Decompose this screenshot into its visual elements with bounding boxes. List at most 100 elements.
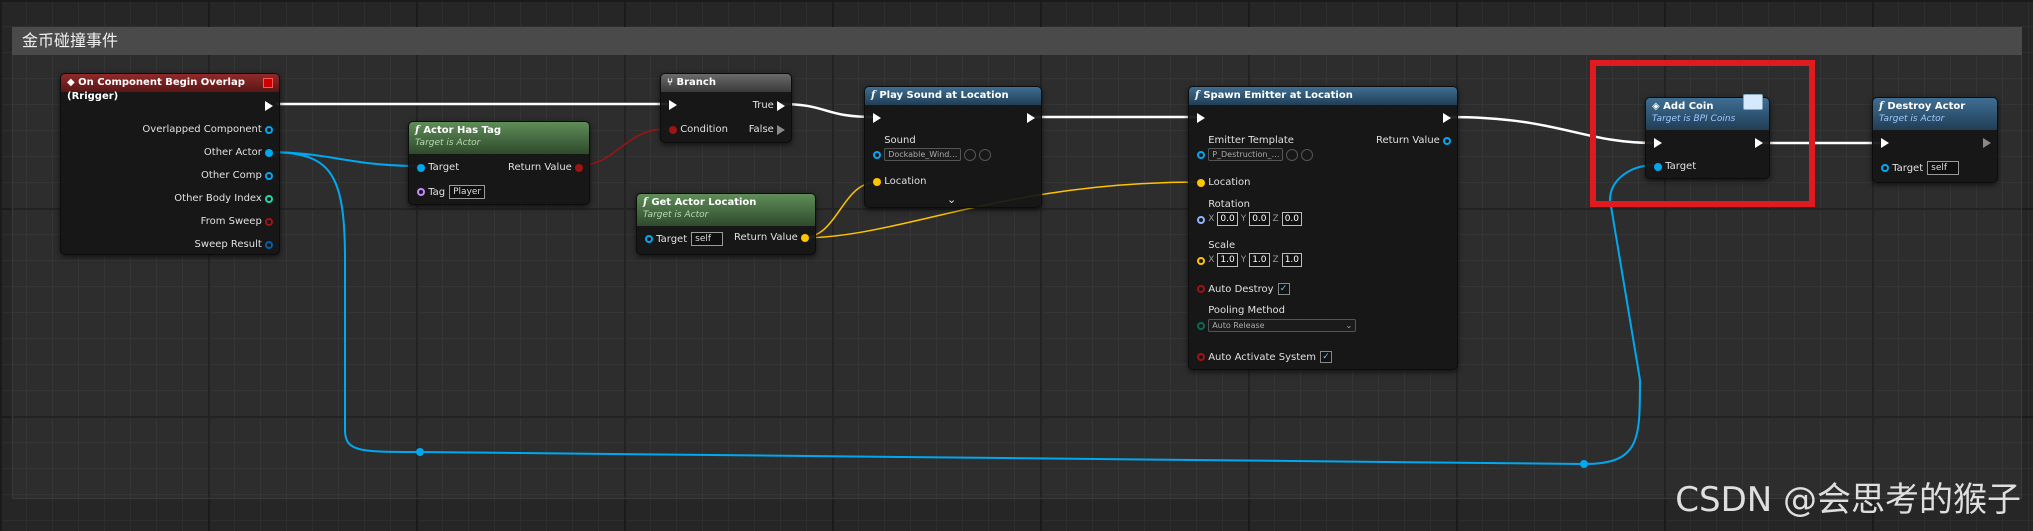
- struct-pin-icon[interactable]: [265, 240, 273, 249]
- exec-out-icon[interactable]: [265, 101, 273, 111]
- pin-other-comp[interactable]: Other Comp: [201, 170, 273, 181]
- spawn-exec-in[interactable]: [1197, 113, 1205, 123]
- event-node-header[interactable]: ◆ On Component Begin Overlap (Rrigger): [61, 74, 279, 102]
- pin-pooling-method[interactable]: Pooling Method Auto Release ⌄: [1197, 305, 1357, 332]
- int-pin-icon[interactable]: [265, 194, 273, 203]
- event-delegate-icon[interactable]: [263, 78, 273, 88]
- pin-rotation[interactable]: Rotation X 0.0 Y 0.0 Z 0.0: [1197, 199, 1305, 226]
- pin-return-value[interactable]: Return Value: [508, 162, 583, 173]
- bool-pin-icon[interactable]: [265, 217, 273, 226]
- scale-z-input[interactable]: 1.0: [1281, 253, 1303, 267]
- object-pin-icon[interactable]: [1197, 151, 1205, 159]
- browse-icon[interactable]: [1301, 148, 1314, 161]
- spawn-exec-out[interactable]: [1443, 113, 1451, 123]
- actor-has-tag-node[interactable]: f Actor Has Tag Target is Actor Target Re…: [408, 121, 590, 205]
- branch-exec-in[interactable]: [669, 100, 677, 110]
- branch-true[interactable]: True: [753, 100, 785, 111]
- event-node[interactable]: ◆ On Component Begin Overlap (Rrigger) O…: [60, 73, 280, 255]
- pin-scale[interactable]: Scale X 1.0 Y 1.0 Z 1.0: [1197, 240, 1305, 267]
- branch-condition[interactable]: Condition: [669, 124, 728, 135]
- vector-pin-icon[interactable]: [873, 177, 881, 186]
- bool-pin-icon[interactable]: [575, 163, 583, 172]
- object-pin-icon[interactable]: [1881, 164, 1889, 172]
- pooling-method-dropdown[interactable]: Auto Release ⌄: [1208, 319, 1357, 332]
- event-exec-out[interactable]: [265, 101, 273, 111]
- pin-target[interactable]: Target self: [645, 232, 724, 246]
- name-pin-icon[interactable]: [417, 188, 425, 196]
- browse-icon[interactable]: [979, 148, 992, 161]
- pin-target[interactable]: Target: [417, 162, 459, 173]
- destroy-exec-out[interactable]: [1983, 138, 1991, 148]
- pin-auto-destroy[interactable]: Auto Destroy ✓: [1197, 283, 1290, 295]
- play-sound-header[interactable]: f Play Sound at Location: [865, 87, 1041, 105]
- pin-target[interactable]: Target self: [1881, 161, 1960, 175]
- pin-return-value[interactable]: Return Value: [734, 232, 809, 243]
- target-input[interactable]: self: [1927, 161, 1960, 175]
- sound-asset-dropdown[interactable]: Dockable_Wind…: [884, 148, 962, 161]
- emitter-asset-dropdown[interactable]: P_Destruction_…: [1208, 148, 1284, 161]
- exec-out-icon[interactable]: [1983, 138, 1991, 148]
- object-pin-icon[interactable]: [873, 151, 881, 159]
- get-actor-location-header[interactable]: f Get Actor Location Target is Actor: [637, 194, 815, 226]
- spawn-emitter-node[interactable]: f Spawn Emitter at Location Emitter Templ…: [1188, 86, 1458, 370]
- pin-auto-activate[interactable]: Auto Activate System ✓: [1197, 351, 1333, 363]
- target-input[interactable]: self: [691, 232, 724, 246]
- scale-y-input[interactable]: 1.0: [1249, 253, 1270, 267]
- exec-out-icon[interactable]: [777, 124, 785, 135]
- destroy-exec-in[interactable]: [1881, 138, 1889, 148]
- exec-out-icon[interactable]: [777, 100, 785, 111]
- rotation-y-input[interactable]: 0.0: [1249, 212, 1270, 226]
- object-pin-icon[interactable]: [417, 163, 425, 172]
- destroy-actor-header[interactable]: f Destroy Actor Target is Actor: [1873, 98, 1997, 130]
- vector-pin-icon[interactable]: [1197, 256, 1205, 265]
- enum-pin-icon[interactable]: [1197, 321, 1205, 330]
- pin-return-value[interactable]: Return Value: [1376, 135, 1451, 146]
- pin-overlapped-component[interactable]: Overlapped Component: [142, 124, 273, 135]
- actor-has-tag-header[interactable]: f Actor Has Tag Target is Actor: [409, 122, 589, 154]
- exec-out-icon[interactable]: [1443, 113, 1451, 123]
- pin-sweep-result[interactable]: Sweep Result: [195, 239, 273, 250]
- pin-location[interactable]: Location: [1197, 177, 1250, 188]
- scale-x-input[interactable]: 1.0: [1217, 253, 1238, 267]
- object-pin-icon[interactable]: [265, 171, 273, 180]
- play-sound-exec-in[interactable]: [873, 113, 881, 123]
- exec-in-icon[interactable]: [669, 100, 677, 110]
- vector-pin-icon[interactable]: [801, 233, 809, 242]
- rotation-x-input[interactable]: 0.0: [1217, 212, 1238, 226]
- spawn-emitter-header[interactable]: f Spawn Emitter at Location: [1189, 87, 1457, 105]
- exec-in-icon[interactable]: [873, 113, 881, 123]
- object-pin-icon[interactable]: [1443, 136, 1451, 145]
- pin-tag[interactable]: Tag Player: [417, 185, 486, 199]
- play-sound-node[interactable]: f Play Sound at Location Sound Dockable_Wi…: [864, 86, 1042, 208]
- vector-pin-icon[interactable]: [1197, 178, 1205, 187]
- bool-pin-icon[interactable]: [1197, 353, 1205, 361]
- comment-title[interactable]: 金币碰撞事件: [12, 27, 2022, 55]
- pin-sound[interactable]: Sound Dockable_Wind…: [873, 135, 992, 161]
- pin-location[interactable]: Location: [873, 176, 926, 187]
- exec-in-icon[interactable]: [1881, 138, 1889, 148]
- pin-emitter-template[interactable]: Emitter Template P_Destruction_…: [1197, 135, 1314, 161]
- object-pin-icon[interactable]: [265, 125, 273, 134]
- object-pin-icon[interactable]: [265, 148, 273, 157]
- auto-activate-checkbox[interactable]: ✓: [1320, 351, 1333, 363]
- branch-false[interactable]: False: [749, 124, 785, 135]
- tag-input[interactable]: Player: [449, 185, 486, 199]
- use-selected-icon[interactable]: [964, 148, 977, 161]
- bool-pin-icon[interactable]: [669, 125, 677, 134]
- chevron-down-icon[interactable]: ⌄: [947, 193, 956, 206]
- exec-in-icon[interactable]: [1197, 113, 1205, 123]
- pin-other-body-index[interactable]: Other Body Index: [174, 193, 273, 204]
- branch-node[interactable]: ⑂ Branch True Condition False: [660, 73, 792, 143]
- auto-destroy-checkbox[interactable]: ✓: [1277, 283, 1290, 295]
- rotation-z-input[interactable]: 0.0: [1281, 212, 1303, 226]
- use-selected-icon[interactable]: [1286, 148, 1299, 161]
- get-actor-location-node[interactable]: f Get Actor Location Target is Actor Targ…: [636, 193, 816, 255]
- advanced-expander[interactable]: ⌄: [947, 193, 956, 206]
- object-pin-icon[interactable]: [645, 235, 653, 243]
- play-sound-exec-out[interactable]: [1027, 113, 1035, 123]
- exec-out-icon[interactable]: [1027, 113, 1035, 123]
- branch-header[interactable]: ⑂ Branch: [661, 74, 791, 92]
- pin-from-sweep[interactable]: From Sweep: [201, 216, 273, 227]
- rotator-pin-icon[interactable]: [1197, 215, 1205, 224]
- pin-other-actor[interactable]: Other Actor: [204, 147, 273, 158]
